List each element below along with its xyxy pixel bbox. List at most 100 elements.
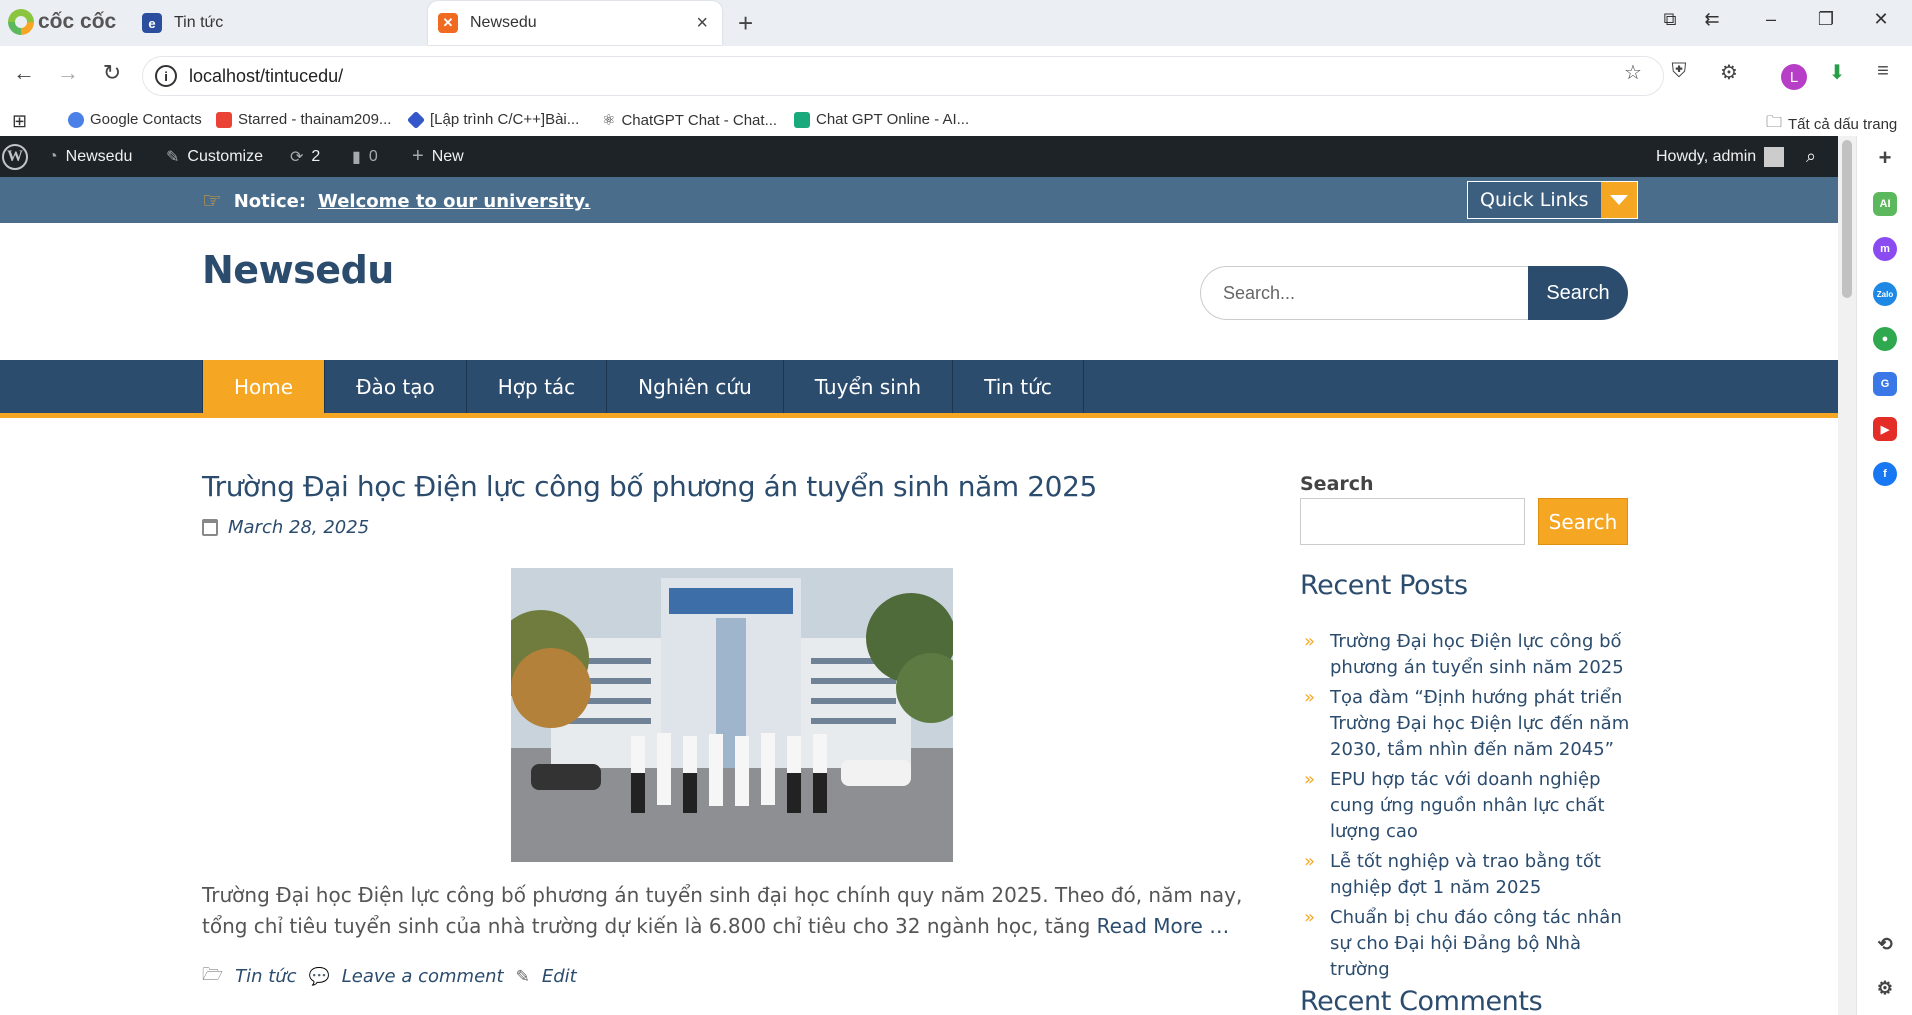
- header-search-input[interactable]: [1200, 266, 1528, 320]
- xampp-favicon-icon: ✕: [438, 13, 458, 33]
- folder-icon: 🗁: [202, 965, 224, 985]
- download-icon[interactable]: ⬇: [1822, 60, 1852, 85]
- bookmark-gmail[interactable]: Starred - thainam209...: [216, 111, 391, 128]
- history-icon[interactable]: ⟲: [1873, 932, 1897, 956]
- bookmark-lap-trinh[interactable]: [Lập trình C/C++]Bài...: [406, 110, 579, 129]
- admin-comments-link[interactable]: ▮ 0: [352, 136, 378, 177]
- tab-label: Newsedu: [470, 14, 537, 31]
- contacts-icon: [68, 111, 84, 128]
- bookmarks-bar: ⊞ Google Contacts Starred - thainam209..…: [0, 106, 1912, 136]
- minimize-button[interactable]: –: [1756, 9, 1786, 30]
- post-title[interactable]: Trường Đại học Điện lực công bố phương á…: [202, 470, 1097, 503]
- translate-icon[interactable]: G: [1873, 372, 1897, 396]
- updates-icon: ⟳: [290, 148, 304, 166]
- plus-icon: +: [412, 145, 424, 167]
- browser-right-sidebar: + AI m Zalo ● G ▶ f ⟲ ⚙: [1856, 136, 1912, 1015]
- page-scrollbar[interactable]: [1838, 136, 1856, 1015]
- close-tab-icon[interactable]: ×: [696, 12, 708, 35]
- read-more-link[interactable]: Read More …: [1097, 914, 1230, 938]
- recent-post-item[interactable]: » Tọa đàm “Định hướng phát triển Trường Đ…: [1300, 685, 1630, 763]
- comment-icon: ▮: [352, 148, 361, 166]
- youtube-icon[interactable]: ▶: [1873, 417, 1897, 441]
- browser-brand[interactable]: cốc cốc: [8, 9, 116, 35]
- admin-new-link[interactable]: + New: [412, 136, 464, 177]
- nav-item-nghien-cuu[interactable]: Nghiên cứu: [607, 360, 784, 413]
- tab-newsedu[interactable]: ✕ Newsedu ×: [428, 1, 722, 45]
- url-text: localhost/tintucedu/: [189, 65, 344, 86]
- tab-tin-tuc[interactable]: e Tin tức: [136, 0, 426, 46]
- notice-label: Notice:: [233, 191, 307, 212]
- coccoc-logo-icon: [8, 9, 34, 35]
- admin-site-link[interactable]: ◔ Newsedu: [48, 136, 132, 177]
- forward-button[interactable]: →: [53, 60, 83, 86]
- folder-icon: 🗀: [1766, 114, 1783, 131]
- bookmark-chatgpt[interactable]: ⚛ ChatGPT Chat - Chat...: [602, 111, 777, 130]
- all-bookmarks-folder[interactable]: 🗀 Tất cả dấu trang: [1766, 111, 1897, 138]
- adblock-shield-icon[interactable]: ⛨: [1664, 60, 1694, 83]
- gmail-icon: [216, 111, 232, 128]
- atom-icon: ⚛: [602, 112, 616, 129]
- bot-icon: [794, 111, 810, 128]
- nav-item-tuyen-sinh[interactable]: Tuyển sinh: [784, 360, 954, 413]
- admin-customize-link[interactable]: ✎ Customize: [166, 136, 263, 177]
- nav-item-tin-tuc[interactable]: Tin tức: [953, 360, 1084, 413]
- nav-item-dao-tao[interactable]: Đào tạo: [325, 360, 467, 413]
- post-meta: 🗁 Tin tức 💬 Leave a comment ✎ Edit: [202, 962, 577, 991]
- nav-item-hop-tac[interactable]: Hợp tác: [467, 360, 608, 413]
- leave-comment-link[interactable]: Leave a comment: [342, 966, 504, 987]
- maximize-button[interactable]: ❐: [1811, 9, 1841, 30]
- close-window-button[interactable]: ✕: [1866, 9, 1896, 30]
- site-info-icon[interactable]: i: [155, 65, 177, 87]
- reload-button[interactable]: ↻: [97, 60, 127, 86]
- settings-icon[interactable]: ⚙: [1873, 976, 1897, 1000]
- extensions-icon[interactable]: ⚙: [1714, 60, 1744, 85]
- bookmark-star-icon[interactable]: ☆: [1618, 60, 1648, 85]
- messenger-icon[interactable]: m: [1873, 237, 1897, 261]
- admin-search-icon[interactable]: ⌕: [1806, 136, 1816, 177]
- zalo-icon[interactable]: Zalo: [1873, 282, 1897, 306]
- site-title[interactable]: Newsedu: [202, 248, 394, 292]
- diamond-icon: [406, 110, 426, 129]
- widget-search-button[interactable]: Search: [1538, 498, 1628, 545]
- recent-post-item[interactable]: » Lễ tốt nghiệp và trao bằng tốt nghiệp đ…: [1300, 849, 1630, 901]
- back-button[interactable]: ←: [9, 60, 39, 86]
- recent-post-item[interactable]: » EPU hợp tác với doanh nghiệp cung ứng n…: [1300, 767, 1630, 845]
- chevron-right-icon: »: [1304, 851, 1316, 872]
- new-tab-button[interactable]: +: [738, 8, 753, 39]
- edit-post-link[interactable]: Edit: [542, 966, 577, 987]
- nav-item-home[interactable]: Home: [203, 360, 326, 413]
- quick-links-label: Quick Links: [1480, 189, 1589, 211]
- apps-grid-icon[interactable]: ⊞: [12, 111, 27, 132]
- recent-posts-list: » Trường Đại học Điện lực công bố phương …: [1300, 629, 1630, 987]
- game-icon[interactable]: ●: [1873, 327, 1897, 351]
- screen-capture-icon[interactable]: ⧉: [1655, 9, 1685, 30]
- add-icon[interactable]: +: [1873, 145, 1897, 170]
- post-category-link[interactable]: Tin tức: [235, 966, 297, 987]
- tab-label: Tin tức: [174, 14, 224, 31]
- widget-search-input[interactable]: [1300, 498, 1525, 545]
- url-bar[interactable]: i localhost/tintucedu/: [142, 56, 1664, 96]
- user-avatar: [1764, 146, 1785, 167]
- header-search: Search: [1200, 266, 1628, 320]
- bookmark-chatgpt-online[interactable]: Chat GPT Online - AI...: [794, 111, 969, 128]
- main-navigation: Home Đào tạo Hợp tác Nghiên cứu Tuyển si…: [0, 360, 1838, 418]
- chevron-right-icon: »: [1304, 769, 1316, 790]
- facebook-icon[interactable]: f: [1873, 462, 1897, 486]
- scrollbar-thumb[interactable]: [1842, 140, 1852, 298]
- sidebar-toggle-icon[interactable]: ⇇: [1697, 9, 1727, 30]
- menu-icon[interactable]: ≡: [1868, 60, 1898, 83]
- profile-avatar[interactable]: L: [1781, 64, 1807, 90]
- recent-post-item[interactable]: » Chuẩn bị chu đáo công tác nhân sự cho Đ…: [1300, 905, 1630, 983]
- post-featured-image[interactable]: [511, 568, 953, 862]
- notice-link[interactable]: Welcome to our university.: [318, 191, 590, 212]
- ai-icon[interactable]: AI: [1873, 192, 1897, 216]
- dashboard-icon: ◔: [48, 147, 58, 165]
- admin-account-menu[interactable]: Howdy, admin: [1656, 136, 1785, 177]
- wp-logo-button[interactable]: W: [2, 136, 28, 177]
- admin-updates-link[interactable]: ⟳ 2: [290, 136, 320, 177]
- notice-bar: ☞ Notice: Welcome to our university. Qui…: [0, 177, 1838, 223]
- recent-post-item[interactable]: » Trường Đại học Điện lực công bố phương …: [1300, 629, 1630, 681]
- bookmark-google-contacts[interactable]: Google Contacts: [68, 111, 202, 128]
- header-search-button[interactable]: Search: [1528, 266, 1628, 320]
- quick-links-dropdown[interactable]: Quick Links: [1467, 181, 1638, 219]
